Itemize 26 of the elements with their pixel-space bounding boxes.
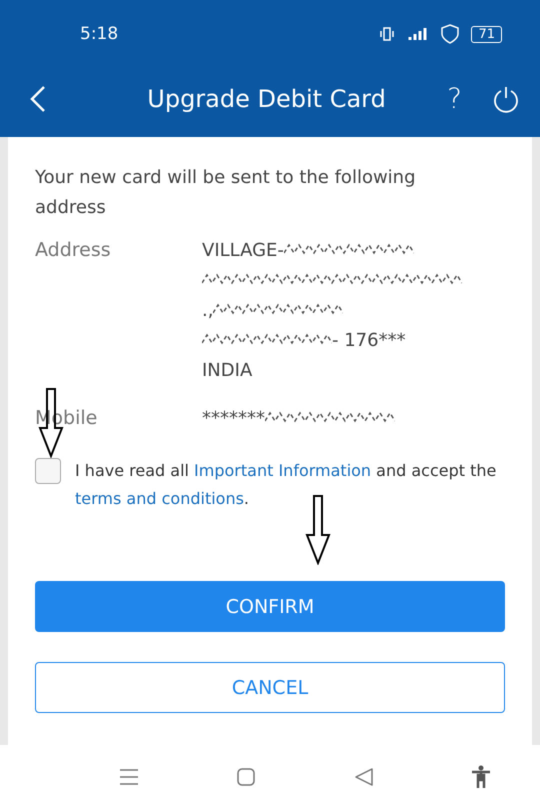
- back-icon[interactable]: [354, 767, 374, 787]
- accessibility-icon[interactable]: [471, 765, 492, 789]
- down-arrow-annotation: [305, 495, 331, 565]
- consent-link[interactable]: Important Information: [194, 461, 372, 480]
- help-button[interactable]: ?: [447, 82, 462, 115]
- field-value: *******: [202, 408, 265, 428]
- field-value: .,: [202, 300, 214, 320]
- shield-icon: [441, 24, 460, 44]
- field-value: VILLAGE-: [202, 240, 284, 260]
- intro-text: Your new card will be sent to the following address: [35, 166, 417, 220]
- power-icon[interactable]: [492, 84, 520, 112]
- consent-checkbox[interactable]: [35, 458, 61, 484]
- consent-text: I have read all Important Information and accept the terms and conditions.: [75, 460, 498, 510]
- consent-link[interactable]: terms and conditions: [75, 489, 244, 508]
- cancel-button[interactable]: CANCEL: [35, 662, 505, 713]
- menu-icon[interactable]: [118, 767, 139, 787]
- status-time: 5:18: [80, 24, 120, 44]
- page-title: Upgrade Debit Card: [146, 84, 387, 112]
- battery-level: 71: [471, 26, 502, 42]
- field-label: Address: [35, 238, 112, 263]
- home-icon[interactable]: [236, 767, 256, 787]
- vibrate-icon: [379, 26, 396, 42]
- signal-icon: [407, 26, 430, 42]
- confirm-button[interactable]: CONFIRM: [35, 581, 505, 632]
- field-value: - 176***: [332, 330, 406, 350]
- field-value: INDIA: [202, 360, 252, 380]
